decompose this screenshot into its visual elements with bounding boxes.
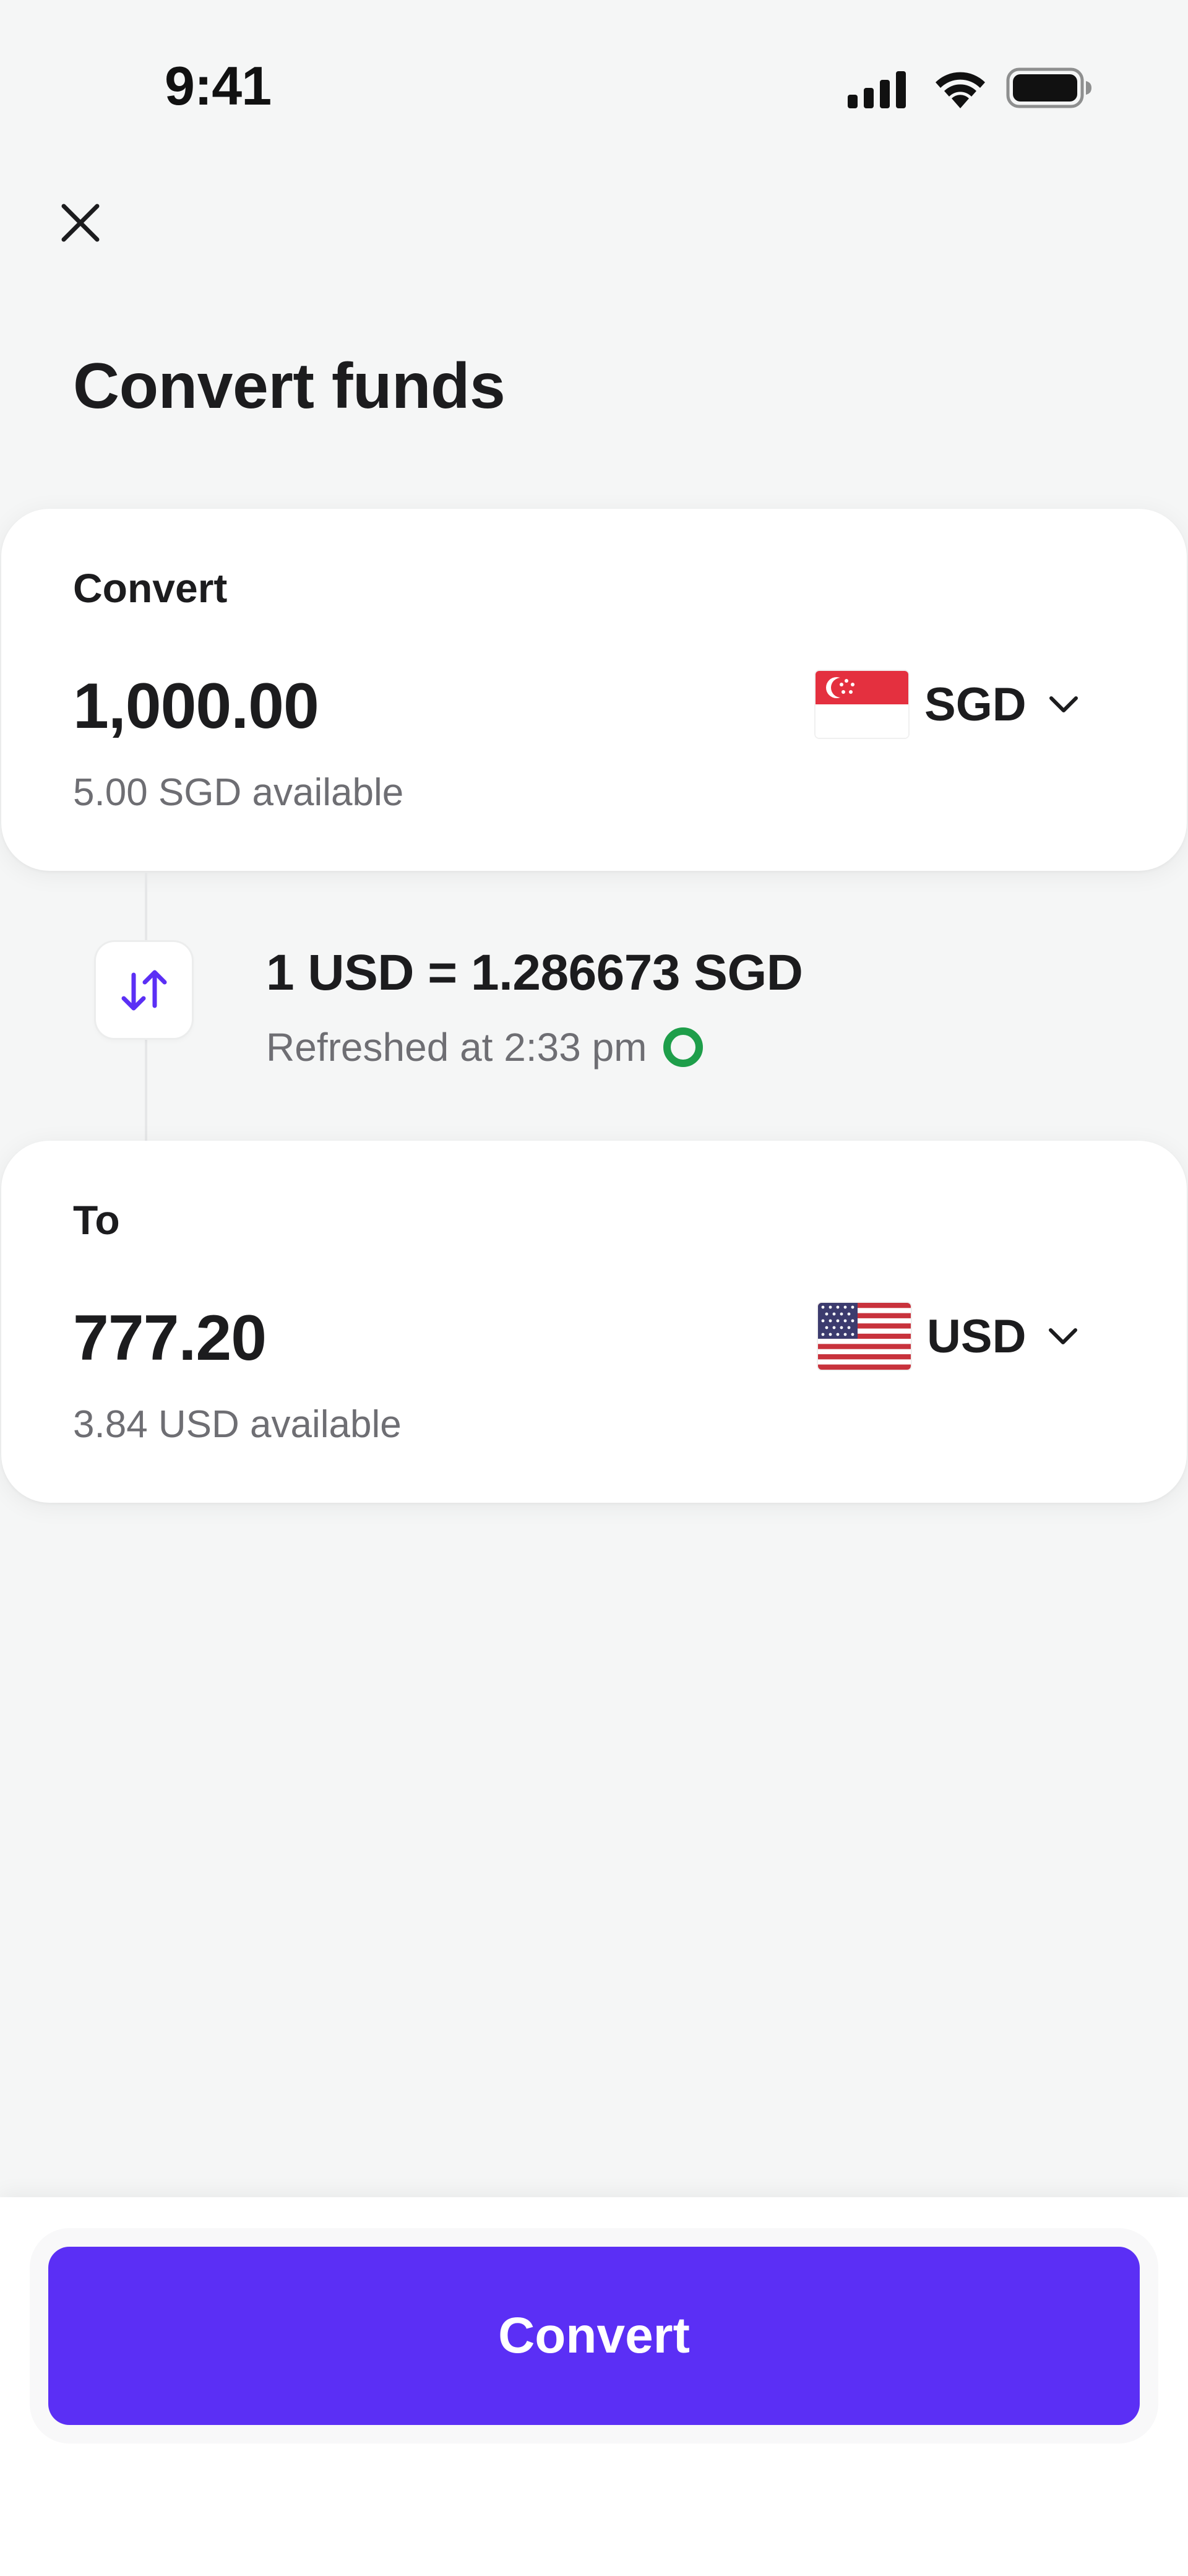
us-flag-icon [818, 1303, 911, 1370]
refresh-ring-icon [663, 1027, 704, 1067]
convert-from-available: 5.00 SGD available [73, 771, 404, 814]
status-time: 9:41 [165, 55, 272, 116]
refresh-status: Refreshed at 2:33 pm [266, 1024, 705, 1070]
singapore-flag-icon [816, 671, 908, 738]
exchange-rate: 1 USD = 1.286673 SGD [266, 944, 803, 1001]
chevron-down-icon [1049, 696, 1078, 712]
chevron-down-icon [1049, 1328, 1078, 1344]
convert-button[interactable]: Convert [48, 2247, 1140, 2425]
from-currency-select[interactable]: SGD [816, 667, 1080, 741]
convert-to-available: 3.84 USD available [73, 1403, 402, 1446]
from-currency-code: SGD [924, 678, 1027, 731]
convert-to-label: To [73, 1197, 120, 1243]
swap-arrows-icon [121, 970, 166, 1010]
signal-icon [848, 71, 906, 108]
convert-from-label: Convert [73, 565, 228, 611]
close-button[interactable] [50, 192, 111, 254]
convert-to-amount-input[interactable]: 777.20 [73, 1302, 267, 1375]
to-currency-select[interactable]: USD [818, 1299, 1079, 1373]
swap-currencies-button[interactable] [96, 942, 192, 1038]
wifi-icon [936, 72, 985, 108]
refresh-time: Refreshed at 2:33 pm [266, 1025, 647, 1070]
close-icon [61, 204, 100, 242]
to-currency-code: USD [927, 1310, 1027, 1363]
page-title: Convert funds [73, 350, 506, 422]
convert-from-amount-input[interactable]: 1,000.00 [73, 670, 319, 743]
battery-icon [1006, 67, 1091, 108]
